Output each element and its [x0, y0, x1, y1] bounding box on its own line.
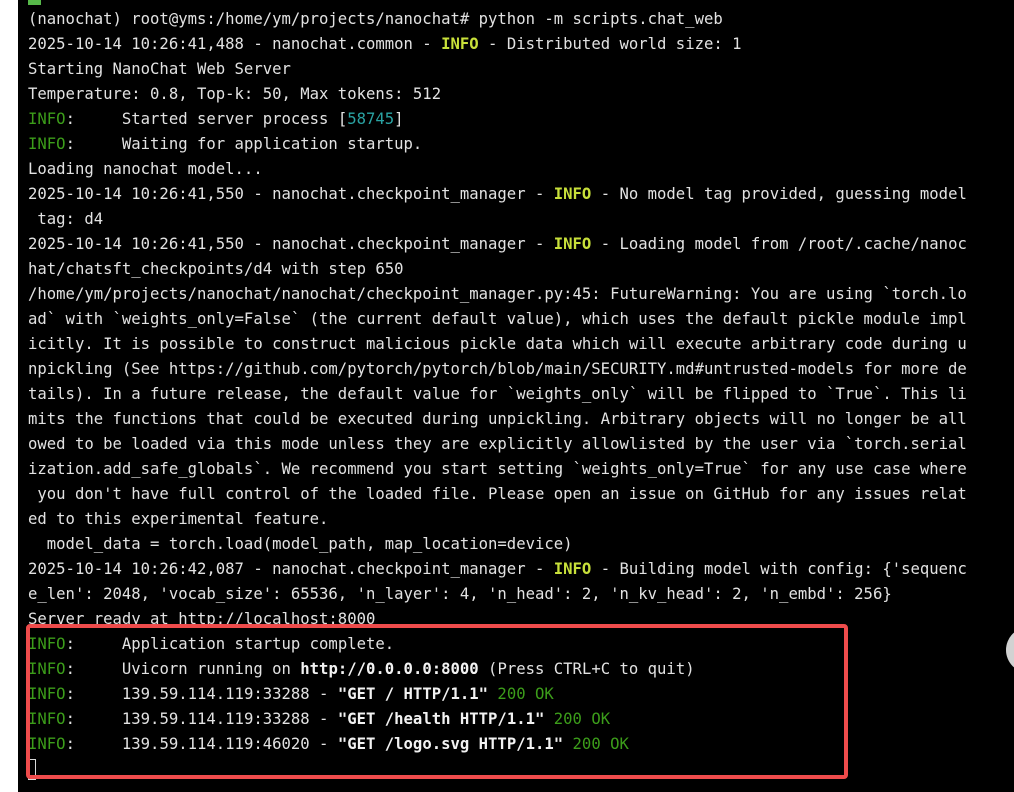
terminal-text-segment: (nanochat) root@yms:/home/ym/projects/na… — [28, 10, 723, 28]
terminal-line: icitly. It is possible to construct mali… — [28, 332, 967, 357]
terminal-text-segment: INFO — [441, 35, 479, 53]
terminal-window[interactable]: (nanochat) root@yms:/home/ym/projects/na… — [18, 0, 1014, 792]
terminal-text-segment: - No model tag provided, guessing model — [591, 185, 967, 203]
terminal-text-segment: ] — [394, 110, 404, 128]
terminal-line: INFO: 139.59.114.119:46020 - "GET /logo.… — [28, 732, 967, 757]
terminal-text-segment: icitly. It is possible to construct mali… — [28, 335, 967, 353]
terminal-text-segment: INFO — [553, 560, 592, 578]
terminal-text-segment: e_len': 2048, 'vocab_size': 65536, 'n_la… — [28, 585, 892, 603]
terminal-text-segment: : Waiting for application startup. — [65, 135, 423, 153]
terminal-text-segment: INFO — [28, 710, 66, 728]
terminal-text-segment: ed to this experimental feature. — [28, 510, 329, 528]
previous-output-fragment — [18, 0, 1014, 7]
terminal-text-segment: : Uvicorn running on — [65, 660, 301, 678]
terminal-output: (nanochat) root@yms:/home/ym/projects/na… — [28, 7, 967, 782]
terminal-line: INFO: Started server process [58745] — [28, 107, 967, 132]
terminal-text-segment: "GET /health HTTP/1.1" — [337, 710, 545, 728]
terminal-line: tails). In a future release, the default… — [28, 382, 967, 407]
terminal-text-segment: ization.add_safe_globals`. We recommend … — [28, 460, 967, 478]
terminal-text-segment: Loading nanochat model... — [28, 160, 263, 178]
terminal-line: 2025-10-14 10:26:41,550 - nanochat.check… — [28, 232, 967, 257]
terminal-line: Server ready at http://localhost:8000 — [28, 607, 967, 632]
cursor-icon — [28, 759, 36, 780]
terminal-text-segment: - Loading model from /root/.cache/nanoc — [591, 235, 967, 253]
terminal-text-segment: 200 OK — [488, 685, 554, 703]
terminal-text-segment: Temperature: 0.8, Top-k: 50, Max tokens:… — [28, 85, 442, 103]
terminal-line: e_len': 2048, 'vocab_size': 65536, 'n_la… — [28, 582, 967, 607]
terminal-text-segment: tag: d4 — [28, 210, 104, 228]
terminal-line: owed to be loaded via this mode unless t… — [28, 432, 967, 457]
terminal-line: you don't have full control of the loade… — [28, 482, 967, 507]
terminal-line: (nanochat) root@yms:/home/ym/projects/na… — [28, 7, 967, 32]
terminal-line: ed to this experimental feature. — [28, 507, 967, 532]
terminal-line: npickling (See https://github.com/pytorc… — [28, 357, 967, 382]
terminal-text-segment: owed to be loaded via this mode unless t… — [28, 435, 967, 453]
terminal-line: /home/ym/projects/nanochat/nanochat/chec… — [28, 282, 967, 307]
terminal-text-segment: : 139.59.114.119:46020 - — [65, 735, 338, 753]
terminal-text-segment: INFO — [28, 110, 66, 128]
terminal-text-segment: 200 OK — [544, 710, 611, 728]
terminal-line: 2025-10-14 10:26:42,087 - nanochat.check… — [28, 557, 967, 582]
terminal-line: INFO: Uvicorn running on http://0.0.0.0:… — [28, 657, 967, 682]
terminal-line: 2025-10-14 10:26:41,550 - nanochat.check… — [28, 182, 967, 207]
terminal-line: hat/chatsft_checkpoints/d4 with step 650 — [28, 257, 967, 282]
terminal-text-segment: http://0.0.0.0:8000 — [300, 660, 479, 678]
terminal-text-segment: INFO — [28, 135, 66, 153]
terminal-text-segment: INFO — [553, 185, 592, 203]
terminal-text-segment: 2025-10-14 10:26:41,488 - nanochat.commo… — [28, 35, 442, 53]
terminal-text-segment: "GET / HTTP/1.1" — [337, 685, 489, 703]
terminal-line: ad` with `weights_only=False` (the curre… — [28, 307, 967, 332]
prompt-line[interactable] — [28, 757, 967, 782]
terminal-text-segment: 2025-10-14 10:26:41,550 - nanochat.check… — [28, 185, 554, 203]
terminal-text-segment: npickling (See https://github.com/pytorc… — [28, 360, 967, 378]
terminal-text-segment: INFO — [28, 685, 66, 703]
terminal-text-segment: - Distributed world size: 1 — [478, 35, 742, 53]
terminal-text-segment: hat/chatsft_checkpoints/d4 with step 650 — [28, 260, 404, 278]
terminal-line: INFO: Waiting for application startup. — [28, 132, 967, 157]
terminal-text-segment: INFO — [553, 235, 592, 253]
terminal-text-segment: "GET /logo.svg HTTP/1.1" — [337, 735, 564, 753]
terminal-text-segment: : 139.59.114.119:33288 - — [65, 710, 338, 728]
terminal-line: Temperature: 0.8, Top-k: 50, Max tokens:… — [28, 82, 967, 107]
terminal-text-segment: : 139.59.114.119:33288 - — [65, 685, 338, 703]
terminal-text-segment: Starting NanoChat Web Server — [28, 60, 291, 78]
terminal-line: Starting NanoChat Web Server — [28, 57, 967, 82]
terminal-text-segment: 2025-10-14 10:26:42,087 - nanochat.check… — [28, 560, 554, 578]
terminal-text-segment: INFO — [28, 660, 66, 678]
terminal-line: Loading nanochat model... — [28, 157, 967, 182]
terminal-text-segment: model_data = torch.load(model_path, map_… — [28, 535, 573, 553]
terminal-text-segment: Server ready at http://localhost:8000 — [28, 610, 376, 628]
terminal-text-segment: /home/ym/projects/nanochat/nanochat/chec… — [28, 285, 967, 303]
terminal-text-segment: INFO — [28, 735, 66, 753]
terminal-line: INFO: 139.59.114.119:33288 - "GET /healt… — [28, 707, 967, 732]
terminal-line: INFO: Application startup complete. — [28, 632, 967, 657]
terminal-text-segment: ad` with `weights_only=False` (the curre… — [28, 310, 967, 328]
terminal-text-segment: : Started server process [ — [65, 110, 348, 128]
terminal-line: model_data = torch.load(model_path, map_… — [28, 532, 967, 557]
terminal-text-segment: 200 OK — [563, 735, 629, 753]
terminal-text-segment: mits the functions that could be execute… — [28, 410, 967, 428]
terminal-text-segment: INFO — [28, 635, 66, 653]
terminal-line: ization.add_safe_globals`. We recommend … — [28, 457, 967, 482]
terminal-text-segment: (Press CTRL+C to quit) — [478, 660, 695, 678]
terminal-text-segment: you don't have full control of the loade… — [28, 485, 967, 503]
checkmark-icon — [28, 0, 41, 5]
terminal-line: mits the functions that could be execute… — [28, 407, 967, 432]
terminal-text-segment: - Building model with config: {'sequenc — [591, 560, 967, 578]
terminal-text-segment: 2025-10-14 10:26:41,550 - nanochat.check… — [28, 235, 554, 253]
terminal-line: tag: d4 — [28, 207, 967, 232]
terminal-line: INFO: 139.59.114.119:33288 - "GET / HTTP… — [28, 682, 967, 707]
terminal-text-segment: tails). In a future release, the default… — [28, 385, 967, 403]
terminal-text-segment: 58745 — [347, 110, 395, 128]
terminal-line: 2025-10-14 10:26:41,488 - nanochat.commo… — [28, 32, 967, 57]
terminal-text-segment: : Application startup complete. — [65, 635, 395, 653]
